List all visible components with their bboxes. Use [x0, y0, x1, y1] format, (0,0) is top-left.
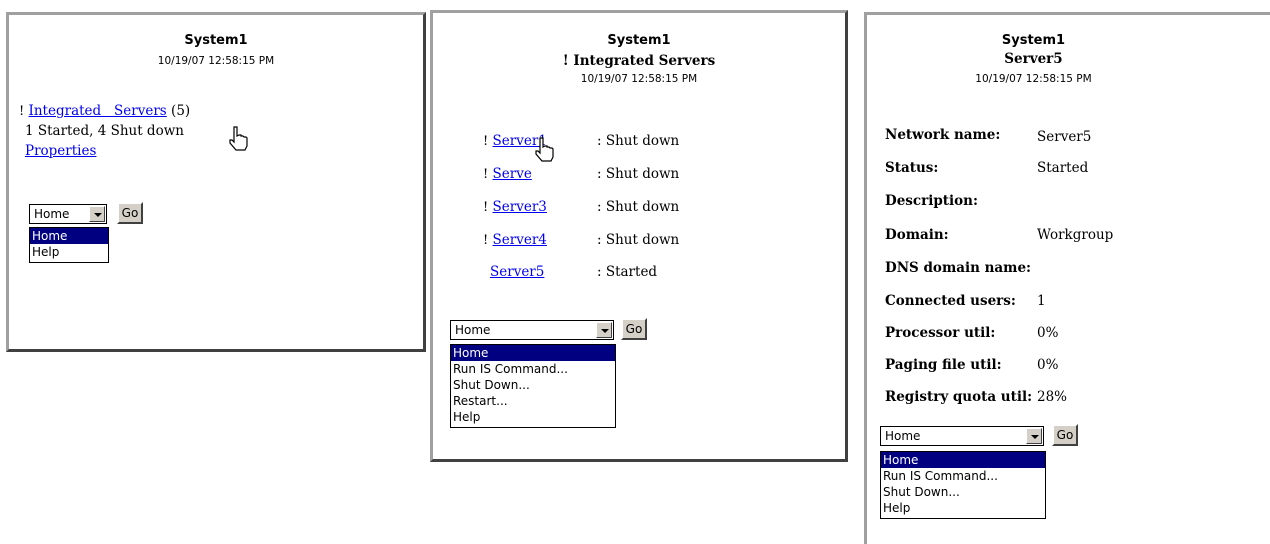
status-mark: ! — [483, 167, 489, 182]
server-status: : Shut down — [597, 166, 680, 182]
go-button[interactable]: Go — [621, 318, 647, 340]
property-label: Processor util: — [885, 325, 996, 341]
option-shut-down[interactable]: Shut Down... — [881, 484, 1045, 500]
select-value: Home — [885, 429, 921, 443]
action-list[interactable]: Home Run IS Command... Shut Down... Help — [880, 451, 1046, 519]
panel-integrated-servers: System1 ! Integrated Servers 10/19/07 12… — [430, 10, 848, 462]
servers-count: (5) — [171, 103, 191, 119]
server2-link[interactable]: Serve — [493, 166, 532, 182]
property-value: 28% — [1037, 389, 1068, 405]
status-mark: ! — [483, 134, 489, 149]
option-help[interactable]: Help — [451, 409, 615, 425]
server-status: : Started — [597, 264, 658, 280]
option-shut-down[interactable]: Shut Down... — [451, 377, 615, 393]
option-home[interactable]: Home — [451, 345, 615, 361]
action-select[interactable]: Home — [29, 204, 107, 224]
property-value: Started — [1037, 160, 1089, 176]
hand-pointer-icon — [229, 126, 248, 151]
go-button[interactable]: Go — [1052, 424, 1078, 446]
hand-pointer-icon — [535, 137, 554, 162]
servers-line: ! Integrated Servers (5) — [19, 103, 190, 119]
property-label: Domain: — [885, 227, 949, 243]
server-row: ! Server3 — [483, 199, 547, 215]
server-row: ! Serve — [483, 166, 532, 182]
server-status-summary: 1 Started, 4 Shut down — [25, 123, 184, 139]
server-status: : Shut down — [597, 133, 680, 149]
property-label: Connected users: — [885, 293, 1016, 309]
timestamp: 10/19/07 12:58:15 PM — [580, 73, 698, 85]
property-label: Paging file util: — [885, 357, 1002, 373]
system-title: System1 — [184, 33, 248, 48]
property-value: Workgroup — [1037, 227, 1114, 243]
server-status: : Shut down — [597, 232, 680, 248]
action-select[interactable]: Home — [880, 426, 1044, 446]
server5-link[interactable]: Server5 — [490, 264, 544, 280]
system-title: System1 — [607, 33, 671, 48]
option-home[interactable]: Home — [30, 228, 108, 244]
option-help[interactable]: Help — [30, 244, 108, 260]
option-help[interactable]: Help — [881, 500, 1045, 516]
property-label: Status: — [885, 160, 939, 176]
property-label: Registry quota util: — [885, 389, 1033, 405]
page-subtitle: Server5 — [1004, 51, 1063, 67]
action-select[interactable]: Home — [450, 320, 614, 340]
action-list[interactable]: Home Help — [29, 227, 109, 263]
server-row: ! Server4 — [483, 232, 547, 248]
select-value: Home — [455, 323, 491, 337]
server-row: Server5 — [490, 264, 544, 280]
option-run-command[interactable]: Run IS Command... — [451, 361, 615, 377]
go-button[interactable]: Go — [117, 202, 143, 224]
property-value: 0% — [1037, 325, 1059, 341]
timestamp: 10/19/07 12:58:15 PM — [157, 55, 275, 67]
property-label: DNS domain name: — [885, 260, 1032, 276]
server3-link[interactable]: Server3 — [493, 199, 547, 215]
dropdown-arrow-icon[interactable] — [89, 206, 105, 222]
property-value: 1 — [1037, 293, 1046, 309]
timestamp: 10/19/07 12:58:15 PM — [975, 73, 1092, 85]
action-list[interactable]: Home Run IS Command... Shut Down... Rest… — [450, 344, 616, 428]
property-label: Description: — [885, 193, 978, 209]
panel-system-home: System1 10/19/07 12:58:15 PM ! Integrate… — [6, 12, 426, 352]
status-mark: ! — [483, 233, 489, 248]
property-label: Network name: — [885, 127, 1001, 143]
panel-server-details: System1 Server5 10/19/07 12:58:15 PM Net… — [864, 12, 1270, 544]
select-value: Home — [34, 207, 70, 221]
status-mark: ! — [19, 104, 25, 119]
dropdown-arrow-icon[interactable] — [596, 322, 612, 338]
status-mark: ! — [483, 200, 489, 215]
option-run-command[interactable]: Run IS Command... — [881, 468, 1045, 484]
property-value: Server5 — [1037, 129, 1092, 145]
option-restart[interactable]: Restart... — [451, 393, 615, 409]
properties-link[interactable]: Properties — [25, 143, 96, 159]
dropdown-arrow-icon[interactable] — [1026, 428, 1042, 444]
property-value: 0% — [1037, 357, 1059, 373]
integrated-servers-link[interactable]: Integrated Servers — [29, 103, 167, 119]
server4-link[interactable]: Server4 — [493, 232, 547, 248]
server-status: : Shut down — [597, 199, 680, 215]
page-subtitle: ! Integrated Servers — [562, 53, 716, 69]
system-title: System1 — [1001, 33, 1066, 48]
option-home[interactable]: Home — [881, 452, 1045, 468]
